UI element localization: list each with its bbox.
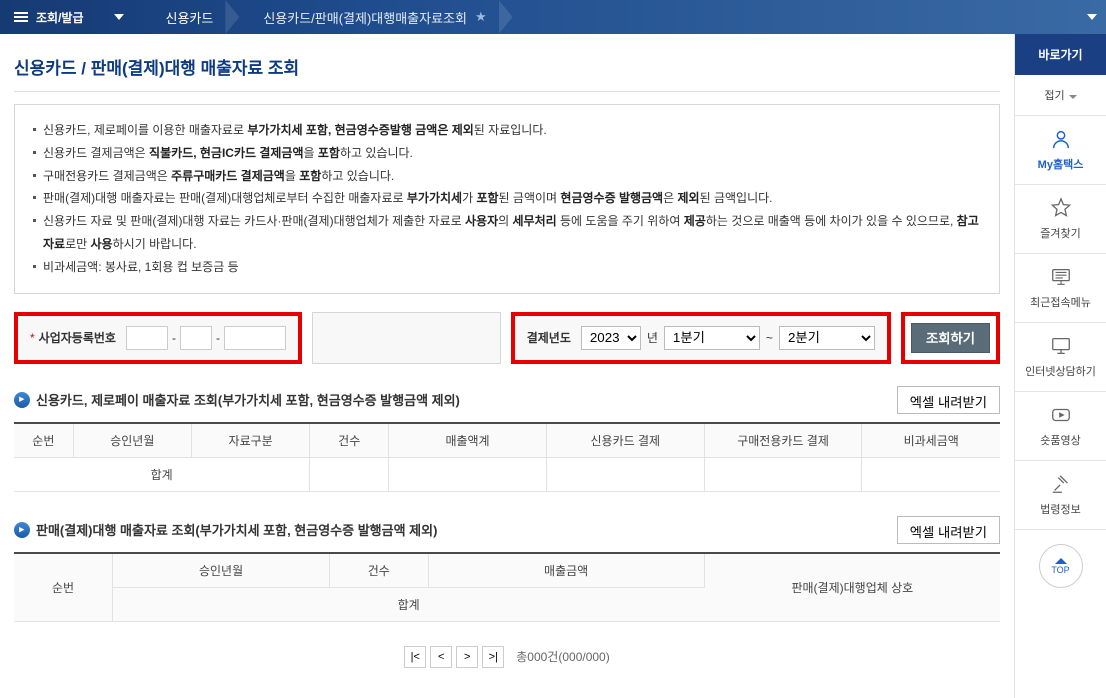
monitor-icon (1049, 335, 1073, 357)
sum-label: 합계 (113, 587, 705, 621)
sidebar-item-recent[interactable]: 최근접속메뉴 (1015, 254, 1106, 323)
section-bullet-icon (14, 392, 30, 408)
section-title-pg-sales: 판매(결제)대행 매출자료 조회(부가가치세 포함, 현금영수증 발행금액 제외… (36, 520, 437, 539)
breadcrumb-collapse-button[interactable] (1078, 0, 1106, 34)
page-title: 신용카드 / 판매(결제)대행 매출자료 조회 (14, 50, 1000, 92)
sum-label: 합계 (14, 457, 310, 491)
sidebar-item-label: 최근접속메뉴 (1030, 297, 1091, 309)
col-header: 승인년월 (73, 423, 191, 458)
section-title-card-sales: 신용카드, 제로페이 매출자료 조회(부가가치세 포함, 현금영수증 발행금액 … (36, 390, 460, 409)
sidebar-item-label: My홈택스 (1038, 159, 1084, 171)
business-reg-input-1[interactable] (126, 326, 168, 350)
sidebar-item-label: 즐겨찾기 (1040, 228, 1080, 240)
notice-item: 신용카드, 제로페이를 이용한 매출자료로 부가가치세 포함, 현금영수증발행 … (31, 119, 983, 142)
business-reg-input-2[interactable] (180, 326, 212, 350)
pager-last-button[interactable]: >| (482, 646, 504, 668)
col-header: 순번 (14, 423, 73, 458)
main-menu-button[interactable]: 조회/발급 (0, 0, 138, 34)
favorite-star-icon[interactable]: ★ (475, 9, 487, 25)
play-icon (1049, 404, 1073, 426)
hamburger-icon (14, 10, 28, 24)
col-header: 건수 (330, 553, 429, 588)
pager-first-button[interactable]: |< (404, 646, 426, 668)
search-panel: * 사업자등록번호 - - 결제년도 2023 년 1분기 ~ (14, 312, 1000, 364)
top-label: TOP (1051, 565, 1069, 575)
sidebar-item-favorites[interactable]: 즐겨찾기 (1015, 185, 1106, 254)
pager-prev-button[interactable]: < (430, 646, 452, 668)
search-button[interactable]: 조회하기 (911, 323, 990, 353)
col-header: 구매전용카드 결제 (704, 423, 862, 458)
gavel-icon (1049, 473, 1073, 495)
sidebar-item-label: 접기 (1044, 90, 1064, 102)
scroll-to-top-button[interactable]: TOP (1039, 544, 1083, 588)
section-header-pg-sales: 판매(결제)대행 매출자료 조회(부가가치세 포함, 현금영수증 발행금액 제외… (14, 516, 1000, 544)
col-header: 순번 (14, 553, 113, 622)
col-header: 승인년월 (113, 553, 330, 588)
sidebar-item-video[interactable]: 숏품영상 (1015, 392, 1106, 461)
col-header: 매출액계 (389, 423, 547, 458)
col-header: 비과세금액 (862, 423, 1000, 458)
notice-item: 신용카드 결제금액은 직불카드, 현금IC카드 결제금액을 포함하고 있습니다. (31, 142, 983, 165)
year-suffix: 년 (647, 329, 658, 346)
main-menu-label: 조회/발급 (36, 9, 84, 26)
pg-sales-table: 순번 승인년월 건수 매출금액 판매(결제)대행업체 상호 합계 (14, 552, 1000, 622)
required-mark-icon: * (30, 331, 35, 345)
sidebar-item-law[interactable]: 법령정보 (1015, 461, 1106, 530)
sidebar-item-my-hometax[interactable]: My홈택스 (1015, 116, 1106, 185)
section-header-card-sales: 신용카드, 제로페이 매출자료 조회(부가가치세 포함, 현금영수증 발행금액 … (14, 386, 1000, 414)
shortcut-sidebar: 바로가기 접기 My홈택스 즐겨찾기 최근접속메뉴 인터넷상담하기 숏품영상 법… (1014, 34, 1106, 698)
quarter-to-select[interactable]: 2분기 (779, 326, 875, 350)
star-icon (1049, 197, 1073, 219)
year-quarter-field-group: 결제년도 2023 년 1분기 ~ 2분기 (511, 312, 891, 364)
monitor-list-icon (1049, 266, 1073, 288)
breadcrumb-bar: 조회/발급 신용카드 신용카드/판매(결제)대행매출자료조회 ★ (0, 0, 1106, 34)
year-label: 결제년도 (527, 329, 571, 346)
section-bullet-icon (14, 522, 30, 538)
sidebar-item-label: 숏품영상 (1040, 435, 1080, 447)
year-select[interactable]: 2023 (581, 326, 641, 350)
excel-download-button[interactable]: 엑셀 내려받기 (897, 386, 1000, 414)
notice-item: 비과세금액: 봉사료, 1회용 컵 보증금 등 (31, 256, 983, 279)
person-icon (1049, 128, 1073, 150)
sidebar-item-counsel[interactable]: 인터넷상담하기 (1015, 323, 1106, 392)
pager-info: 총000건(000/000) (516, 648, 609, 665)
table-sum-row: 합계 (14, 457, 1000, 491)
breadcrumb-level-2[interactable]: 신용카드/판매(결제)대행매출자료조회 ★ (235, 0, 508, 34)
business-reg-field-group: * 사업자등록번호 - - (14, 312, 302, 364)
notice-box: 신용카드, 제로페이를 이용한 매출자료로 부가가치세 포함, 현금영수증발행 … (14, 104, 1000, 294)
filler-panel (312, 312, 501, 364)
card-sales-table: 순번 승인년월 자료구분 건수 매출액계 신용카드 결제 구매전용카드 결제 비… (14, 422, 1000, 492)
col-header: 건수 (310, 423, 389, 458)
notice-item: 신용카드 자료 및 판매(결제)대행 자료는 카드사·판매(결제)대행업체가 제… (31, 210, 983, 256)
search-button-frame: 조회하기 (901, 312, 1000, 364)
chevron-down-icon (1087, 14, 1097, 20)
notice-item: 구매전용카드 결제금액은 주류구매카드 결제금액을 포함하고 있습니다. (31, 165, 983, 188)
col-header: 매출금액 (428, 553, 704, 588)
pager-next-button[interactable]: > (456, 646, 478, 668)
sidebar-item-label: 법령정보 (1040, 504, 1080, 516)
pager: |< < > >| 총000건(000/000) (14, 646, 1000, 668)
sidebar-title: 바로가기 (1015, 34, 1106, 75)
col-header: 판매(결제)대행업체 상호 (704, 553, 1000, 622)
sidebar-item-collapse[interactable]: 접기 (1015, 75, 1106, 116)
col-header: 자료구분 (191, 423, 309, 458)
chevron-down-icon (1069, 95, 1077, 99)
sidebar-item-label: 인터넷상담하기 (1025, 366, 1096, 378)
col-header: 신용카드 결제 (546, 423, 704, 458)
business-reg-input-3[interactable] (224, 326, 286, 350)
triangle-up-icon (1055, 558, 1067, 564)
notice-item: 판매(결제)대행 매출자료는 판매(결제)대행업체로부터 수집한 매출자료로 부… (31, 187, 983, 210)
excel-download-button[interactable]: 엑셀 내려받기 (897, 516, 1000, 544)
breadcrumb-level-1[interactable]: 신용카드 (138, 0, 236, 34)
chevron-down-icon (114, 14, 124, 20)
quarter-from-select[interactable]: 1분기 (664, 326, 760, 350)
business-reg-label: 사업자등록번호 (39, 329, 116, 346)
